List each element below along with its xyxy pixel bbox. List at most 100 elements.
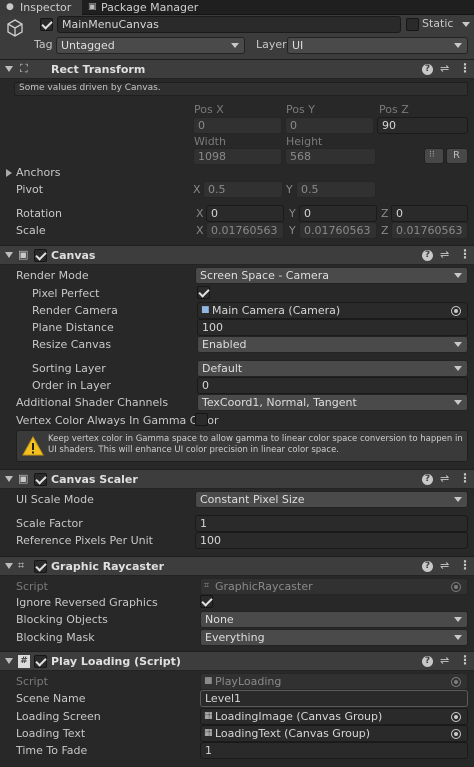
pivot-y-field: 0.5 — [296, 181, 376, 198]
rotation-y-field[interactable]: 0 — [299, 205, 377, 222]
sorting-layer-dropdown[interactable]: Default — [197, 360, 468, 377]
more-options-icon[interactable]: ⋮ — [459, 471, 471, 485]
pivot-x-field: 0.5 — [203, 181, 283, 198]
resize-canvas-dropdown[interactable]: Enabled — [197, 336, 468, 353]
more-options-icon[interactable]: ⋮ — [459, 653, 471, 667]
layer-dropdown[interactable]: UI — [287, 37, 468, 54]
play-loading-body: Script ■ PlayLoading Scene Name Level1 L… — [0, 672, 474, 767]
ui-scale-mode-dropdown[interactable]: Constant Pixel Size — [195, 491, 468, 508]
loading-screen-field[interactable]: ▦ LoadingImage (Canvas Group) — [200, 708, 468, 725]
rotation-x-field[interactable]: 0 — [206, 205, 284, 222]
pivot-label: Pivot — [16, 183, 44, 196]
scale-label: Scale — [16, 224, 46, 237]
preset-icon[interactable]: ⇌ — [440, 654, 449, 667]
graphic-raycaster-header[interactable]: ⌗ Graphic Raycaster ? ⇌ ⋮ — [0, 556, 474, 576]
more-options-icon[interactable]: ⋮ — [459, 247, 471, 261]
scene-name-label: Scene Name — [16, 692, 86, 705]
foldout-arrow-icon[interactable] — [5, 66, 13, 72]
rect-transform-header[interactable]: ⛶ Rect Transform ? ⇌ ⋮ — [0, 59, 474, 79]
anchors-label: Anchors — [16, 166, 61, 179]
blueprint-mode-button[interactable]: ⁝⁝ — [424, 148, 444, 164]
preset-icon[interactable]: ⇌ — [440, 559, 449, 572]
chevron-down-icon — [454, 635, 462, 640]
preset-icon[interactable]: ⇌ — [440, 248, 449, 261]
canvas-scaler-enabled-checkbox[interactable] — [34, 473, 47, 486]
chevron-down-icon — [454, 400, 462, 405]
more-options-icon[interactable]: ⋮ — [459, 61, 471, 75]
foldout-arrow-icon[interactable] — [5, 658, 13, 664]
graphic-raycaster-enabled-checkbox[interactable] — [34, 560, 47, 573]
more-options-icon[interactable]: ⋮ — [459, 558, 471, 572]
play-loading-enabled-checkbox[interactable] — [34, 655, 47, 668]
preset-icon[interactable]: ⇌ — [440, 62, 449, 75]
vertex-color-checkbox[interactable] — [195, 413, 208, 426]
blocking-mask-value: Everything — [205, 631, 265, 644]
loading-text-field[interactable]: ▦ LoadingText (Canvas Group) — [200, 725, 468, 742]
pixel-perfect-checkbox[interactable] — [197, 286, 210, 299]
gameobject-active-checkbox[interactable] — [40, 18, 53, 31]
loading-text-label: Loading Text — [16, 727, 86, 740]
chevron-down-icon — [454, 366, 462, 371]
tag-dropdown[interactable]: Untagged — [56, 37, 245, 54]
anchors-foldout-icon[interactable] — [6, 169, 12, 177]
pos-x-label: Pos X — [194, 103, 224, 116]
rotation-label: Rotation — [16, 207, 63, 220]
foldout-arrow-icon[interactable] — [5, 476, 13, 482]
object-picker-icon[interactable] — [451, 712, 461, 722]
canvas-header[interactable]: ▣ Canvas ? ⇌ ⋮ — [0, 245, 474, 265]
help-icon[interactable]: ? — [422, 64, 433, 75]
rect-transform-icon: ⛶ — [20, 62, 28, 75]
loading-screen-value: LoadingImage (Canvas Group) — [215, 710, 383, 723]
pl-script-label: Script — [16, 675, 48, 688]
ref-ppu-field[interactable]: 100 — [195, 532, 468, 549]
help-icon[interactable]: ? — [422, 250, 433, 261]
layer-label: Layer — [256, 38, 287, 51]
help-icon[interactable]: ? — [422, 474, 433, 485]
static-dropdown-arrow[interactable] — [462, 22, 470, 27]
render-camera-field[interactable]: ■ Main Camera (Camera) — [197, 302, 468, 319]
static-checkbox[interactable] — [406, 18, 419, 31]
ignore-reversed-checkbox[interactable] — [200, 595, 213, 608]
camera-icon: ■ — [201, 305, 210, 315]
canvas-scaler-title: Canvas Scaler — [51, 473, 138, 486]
object-picker-icon[interactable] — [451, 729, 461, 739]
shader-channels-value: TexCoord1, Normal, Tangent — [202, 396, 357, 409]
blocking-objects-label: Blocking Objects — [16, 613, 108, 626]
object-picker-icon[interactable] — [451, 306, 461, 316]
pos-y-label: Pos Y — [286, 103, 315, 116]
play-loading-header[interactable]: # Play Loading (Script) ? ⇌ ⋮ — [0, 651, 474, 671]
blocking-mask-dropdown[interactable]: Everything — [200, 629, 468, 646]
scale-factor-field[interactable]: 1 — [195, 515, 468, 532]
pos-z-field[interactable]: 90 — [377, 117, 468, 134]
scene-name-field[interactable]: Level1 — [200, 690, 468, 707]
pivot-y-axis: Y — [286, 183, 293, 196]
shader-channels-dropdown[interactable]: TexCoord1, Normal, Tangent — [197, 394, 468, 411]
gr-script-value: GraphicRaycaster — [215, 580, 313, 593]
width-field: 1098 — [193, 148, 282, 165]
rotation-z-field[interactable]: 0 — [391, 205, 468, 222]
canvas-scaler-header[interactable]: ▣ Canvas Scaler ? ⇌ ⋮ — [0, 469, 474, 489]
plane-distance-label: Plane Distance — [32, 321, 114, 334]
canvas-group-icon: ▦ — [204, 728, 213, 738]
help-icon[interactable]: ? — [422, 561, 433, 572]
render-mode-dropdown[interactable]: Screen Space - Camera — [195, 267, 468, 284]
resize-canvas-value: Enabled — [202, 338, 247, 351]
tab-package-manager[interactable]: ▣ Package Manager — [84, 0, 204, 15]
ui-scale-mode-value: Constant Pixel Size — [200, 493, 305, 506]
help-icon[interactable]: ? — [422, 656, 433, 667]
order-in-layer-field[interactable]: 0 — [197, 377, 468, 394]
rot-y-axis: Y — [289, 207, 296, 220]
canvas-enabled-checkbox[interactable] — [34, 249, 47, 262]
plane-distance-field[interactable]: 100 — [197, 319, 468, 336]
foldout-arrow-icon[interactable] — [5, 252, 13, 258]
blocking-objects-dropdown[interactable]: None — [200, 611, 468, 628]
tab-inspector[interactable]: ● Inspector — [0, 0, 82, 15]
foldout-arrow-icon[interactable] — [5, 563, 13, 569]
time-to-fade-field[interactable]: 1 — [200, 742, 468, 759]
gameobject-name-field[interactable]: MainMenuCanvas — [57, 16, 401, 33]
preset-icon[interactable]: ⇌ — [440, 472, 449, 485]
canvas-body: Render Mode Screen Space - Camera Pixel … — [0, 266, 474, 466]
object-picker-icon — [451, 582, 461, 592]
static-label: Static — [422, 17, 454, 30]
raw-edit-button[interactable]: R — [446, 148, 468, 164]
